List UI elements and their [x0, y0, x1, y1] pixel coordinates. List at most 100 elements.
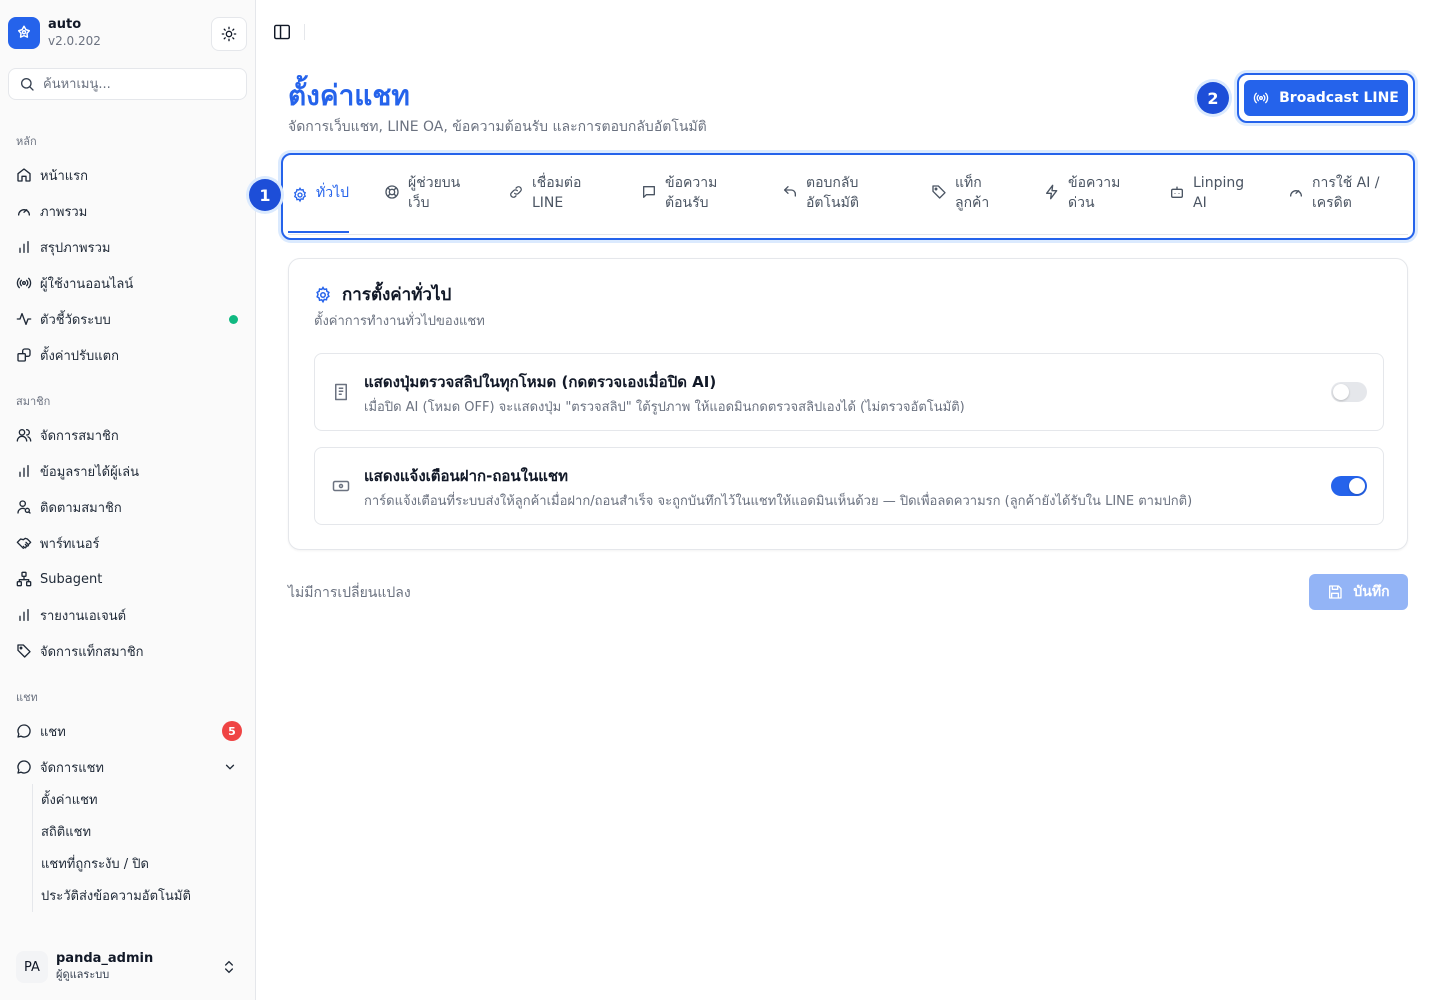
sidebar-item-label: Subagent [40, 571, 103, 587]
zap-icon [1044, 184, 1060, 200]
sidebar-item-manage-chat[interactable]: จัดการแชท [8, 751, 247, 783]
tab-label-line2: AI [1193, 195, 1207, 211]
sidebar-subitem-chat-settings[interactable]: ตั้งค่าแชท [41, 785, 98, 813]
sidebar-item-chat[interactable]: แชท 5 [8, 715, 247, 747]
radio-icon [16, 275, 32, 291]
sidebar-item-label: จัดการสมาชิก [40, 428, 119, 444]
radio-icon [1253, 92, 1269, 104]
lifebuoy-icon [384, 184, 400, 200]
tag-icon [931, 184, 947, 200]
chat-icon [16, 723, 32, 739]
setting-deposit-withdraw-alert: แสดงแจ้งเตือนฝาก-ถอนในแชท การ์ดแจ้งเตือน… [314, 447, 1384, 525]
user-menu[interactable]: PA panda_admin ผู้ดูแลระบบ [8, 942, 247, 992]
message-square-icon [641, 184, 657, 200]
tab-label-line2: ด่วน [1068, 195, 1095, 211]
tab-label-line1: ตอบกลับ [806, 175, 859, 191]
sidebar-item-track-members[interactable]: ติดตามสมาชิก [8, 491, 247, 523]
app-version: v2.0.202 [48, 34, 101, 48]
network-icon [16, 571, 32, 587]
chevrons-up-down-icon [221, 959, 237, 975]
menu-search-input[interactable] [43, 76, 233, 92]
card-title: การตั้งค่าทั่วไป [342, 285, 452, 305]
save-status-text: ไม่มีการเปลี่ยนแปลง [288, 585, 411, 601]
sidebar-subitem-blocked-chats[interactable]: แชทที่ถูกระงับ / ปิด [41, 849, 149, 877]
sidebar-item-label: ข้อมูลรายได้ผู้เล่น [40, 464, 140, 480]
tab-auto-reply[interactable]: ตอบกลับอัตโนมัติ [782, 173, 859, 213]
sidebar-item-label: รายงานเอเจนต์ [40, 608, 127, 624]
users-icon [16, 427, 32, 443]
broadcast-label: Broadcast LINE [1279, 90, 1399, 106]
receipt-icon [332, 383, 350, 401]
tab-ai-usage-credit[interactable]: การใช้ AI / เครดิต [1288, 173, 1380, 213]
tab-label-line1: ข้อความ [1068, 175, 1121, 191]
sidebar-item-label: ติดตามสมาชิก [40, 500, 122, 516]
sidebar-item-subagent[interactable]: Subagent [8, 563, 247, 595]
sidebar-item-member-tags[interactable]: จัดการแท็กสมาชิก [8, 635, 247, 667]
tab-label-line2: อัตโนมัติ [806, 195, 859, 211]
sidebar-item-manage-members[interactable]: จัดการสมาชิก [8, 419, 247, 451]
avatar: PA [16, 951, 48, 983]
sidebar-item-tuning-settings[interactable]: ตั้งค่าปรับแตก [8, 339, 247, 371]
deposit-withdraw-toggle[interactable] [1331, 476, 1367, 496]
section-label-main: หลัก [16, 135, 37, 148]
page-subtitle: จัดการเว็บแชท, LINE OA, ข้อความต้อนรับ แ… [288, 119, 707, 135]
tab-quick-message[interactable]: ข้อความด่วน [1044, 173, 1120, 213]
callout-badge-2: 2 [1197, 82, 1229, 114]
save-icon [1329, 585, 1343, 599]
setting-slip-check-button: แสดงปุ่มตรวจสลิปในทุกโหมด (กดตรวจเองเมื่… [314, 353, 1384, 431]
tab-welcome-message[interactable]: ข้อความต้อนรับ [641, 173, 717, 213]
app-name: auto [48, 17, 82, 32]
app-logo-icon [8, 17, 40, 49]
menu-search[interactable] [8, 68, 247, 100]
tab-line-connect[interactable]: เชื่อมต่อ LINE [508, 173, 581, 213]
gauge-icon [1288, 184, 1304, 200]
sidebar-item-system-metrics[interactable]: ตัวชี้วัดระบบ [8, 303, 247, 335]
status-dot [229, 314, 238, 324]
card-description: ตั้งค่าการทำงานทั่วไปของแชท [314, 314, 485, 329]
sidebar-item-player-revenue[interactable]: ข้อมูลรายได้ผู้เล่น [8, 455, 247, 487]
sidebar-item-label: หน้าแรก [40, 168, 88, 184]
sidebar-subitem-chat-stats[interactable]: สถิติแชท [41, 817, 91, 845]
broadcast-line-button[interactable]: Broadcast LINE [1244, 80, 1408, 116]
sidebar-item-label: ตั้งค่าปรับแตก [40, 348, 119, 364]
unread-badge: 5 [222, 721, 242, 741]
theme-toggle-button[interactable] [211, 17, 247, 51]
sidebar-item-summary[interactable]: สรุปภาพรวม [8, 231, 247, 263]
tab-customer-tags[interactable]: แท็ก ลูกค้า [931, 173, 989, 213]
sidebar-toggle-button[interactable] [272, 23, 292, 41]
tab-linping-ai[interactable]: Linping AI [1169, 173, 1244, 213]
sidebar-item-online-users[interactable]: ผู้ใช้งานออนไลน์ [8, 267, 247, 299]
handshake-icon [16, 535, 32, 551]
sidebar-item-home[interactable]: หน้าแรก [8, 159, 247, 191]
save-button[interactable]: บันทึก [1309, 574, 1408, 610]
tab-label-line2: ต้อนรับ [665, 195, 709, 211]
chevron-down-icon[interactable] [223, 760, 237, 774]
bar-chart-icon [16, 607, 32, 623]
tab-web-assistant[interactable]: ผู้ช่วยบน เว็บ [384, 173, 460, 213]
sidebar-item-overview[interactable]: ภาพรวม [8, 195, 247, 227]
tab-label-line1: การใช้ AI / [1312, 175, 1380, 191]
tab-general[interactable]: ทั่วไป [292, 183, 349, 203]
user-search-icon [16, 499, 32, 515]
slip-check-toggle[interactable] [1331, 382, 1367, 402]
settings-tabs: ทั่วไป ผู้ช่วยบน เว็บ เชื่อมต่อ LINE ข้อคว… [288, 161, 1408, 235]
home-icon [16, 167, 32, 183]
setting-title: แสดงปุ่มตรวจสลิปในทุกโหมด (กดตรวจเองเมื่… [364, 373, 717, 391]
sidebar-item-label: ตัวชี้วัดระบบ [40, 312, 111, 328]
sidebar-item-agent-report[interactable]: รายงานเอเจนต์ [8, 599, 247, 631]
toggle-knob [1333, 384, 1349, 400]
tab-label-line2: LINE [532, 195, 564, 211]
tab-label-line2: ลูกค้า [955, 195, 990, 211]
brand[interactable]: auto v2.0.202 [8, 17, 101, 49]
panel-left-icon [274, 24, 290, 40]
tab-label-line2: เว็บ [408, 195, 430, 211]
tab-label-line1: ข้อความ [665, 175, 718, 191]
sun-icon [221, 26, 237, 42]
sidebar-item-label: ผู้ใช้งานออนไลน์ [40, 276, 134, 292]
sidebar-subitem-auto-message-history[interactable]: ประวัติส่งข้อความอัตโนมัติ [41, 881, 191, 909]
setting-description: เมื่อปิด AI (โหมด OFF) จะแสดงปุ่ม "ตรวจส… [364, 400, 965, 415]
gear-icon [292, 187, 308, 203]
callout-badge-1: 1 [249, 179, 281, 211]
section-label-members: สมาชิก [16, 395, 51, 408]
sidebar-item-partners[interactable]: พาร์ทเนอร์ [8, 527, 247, 559]
